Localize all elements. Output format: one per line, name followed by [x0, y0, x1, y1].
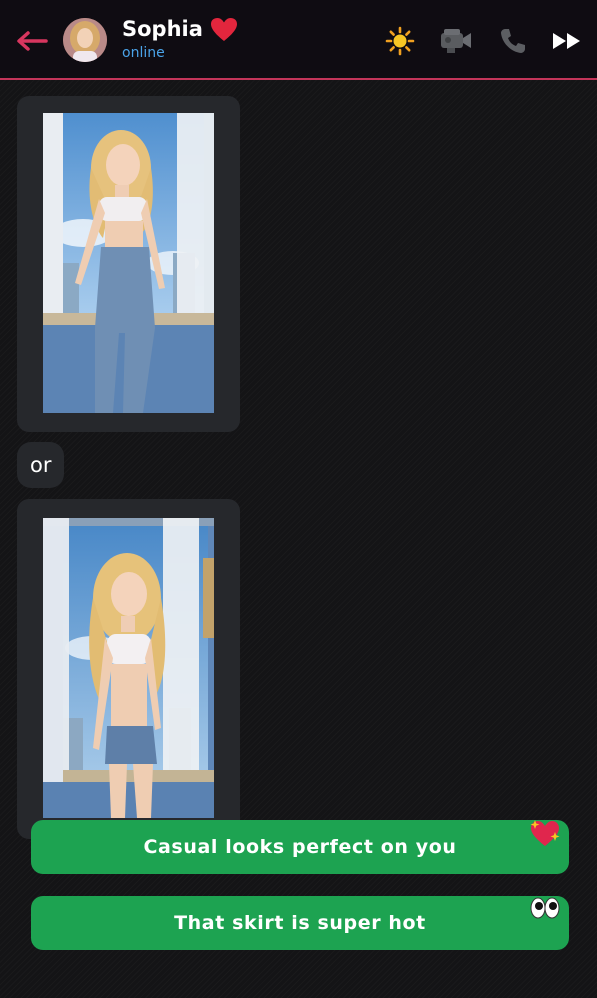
photo-image[interactable] [43, 518, 214, 818]
contact-status: online [122, 45, 165, 61]
avatar[interactable] [63, 18, 107, 62]
video-call-button[interactable] [438, 24, 472, 58]
back-arrow-icon [17, 31, 48, 51]
chat-screen: Sophia online or Casual looks perfect on… [0, 0, 597, 998]
video-camera-icon [441, 29, 471, 53]
contact-name: Sophia [122, 17, 203, 41]
back-button[interactable] [12, 24, 52, 58]
image-message[interactable] [17, 499, 240, 839]
chat-header: Sophia online [0, 0, 597, 80]
phone-icon [501, 29, 525, 53]
heart-icon [211, 18, 237, 41]
quick-reply-button[interactable]: Casual looks perfect on you [31, 820, 569, 874]
quick-reply-label: Casual looks perfect on you [143, 836, 457, 858]
sun-button[interactable] [383, 24, 417, 58]
phone-call-button[interactable] [496, 24, 530, 58]
quick-reply-button[interactable]: That skirt is super hot [31, 896, 569, 950]
photo-image[interactable] [43, 113, 214, 413]
fast-forward-icon [553, 33, 580, 49]
quick-reply-label: That skirt is super hot [174, 912, 426, 934]
fast-forward-button[interactable] [550, 24, 584, 58]
sparkling-heart-icon [530, 820, 560, 846]
eyes-icon [530, 897, 560, 919]
text-message: or [17, 442, 65, 488]
image-message[interactable] [17, 96, 240, 432]
sun-icon [385, 26, 415, 56]
